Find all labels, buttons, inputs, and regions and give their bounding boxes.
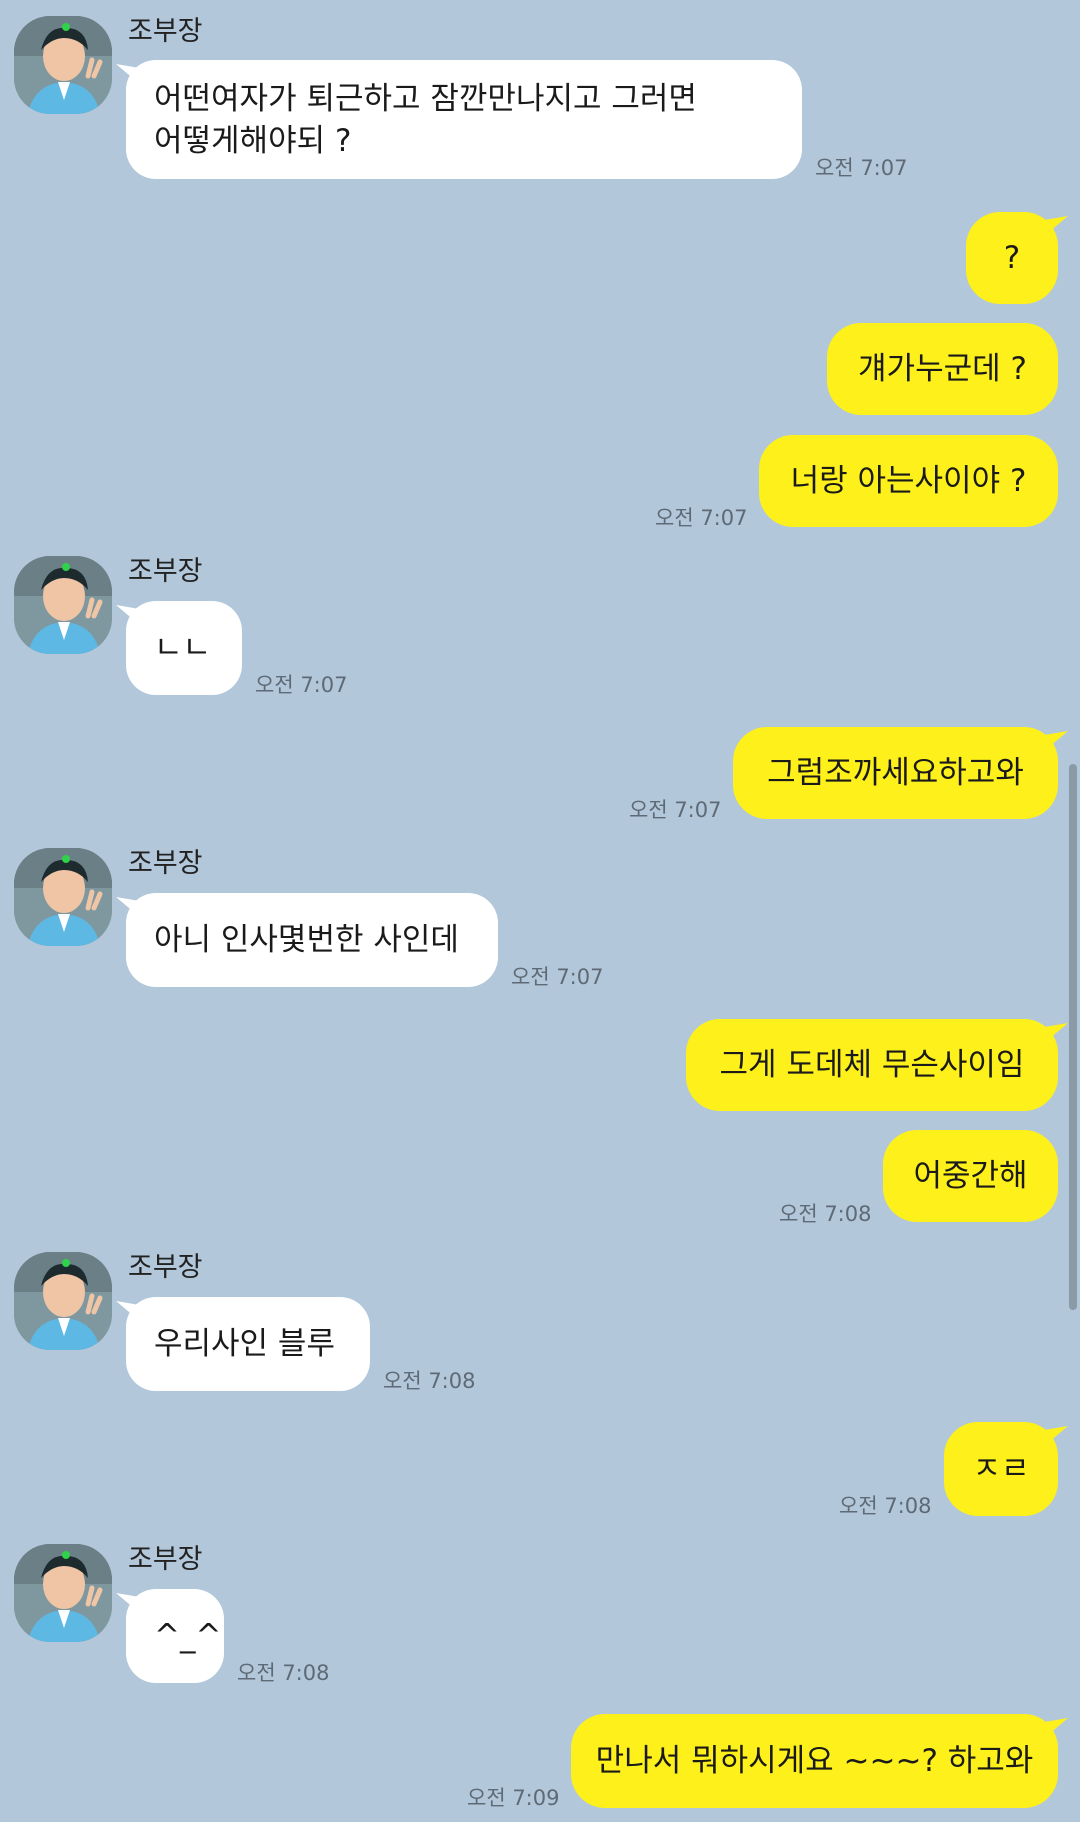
outgoing-message[interactable]: 걔가누군데 ?	[827, 323, 1058, 415]
outgoing-message[interactable]: ㅈㄹ	[944, 1422, 1058, 1516]
message-time: 오전 7:08	[237, 1661, 330, 1685]
incoming-message[interactable]: 어떤여자가 퇴근하고 잠깐만나지고 그러면 어떻게해야되 ?	[126, 60, 802, 179]
message-time: 오전 7:08	[839, 1494, 932, 1518]
sender-name: 조부장	[128, 16, 203, 47]
sender-avatar[interactable]	[14, 848, 112, 946]
sender-name: 조부장	[128, 848, 203, 879]
incoming-message[interactable]: 우리사인 블루	[126, 1297, 370, 1391]
outgoing-message[interactable]: ?	[966, 212, 1058, 304]
outgoing-message[interactable]: 어중간해	[883, 1130, 1058, 1222]
message-time: 오전 7:08	[779, 1202, 872, 1226]
sender-avatar[interactable]	[14, 1544, 112, 1642]
message-time: 오전 7:07	[255, 673, 348, 697]
outgoing-message[interactable]: 그럼조까세요하고와	[733, 727, 1058, 819]
incoming-message[interactable]: ㄴㄴ	[126, 601, 242, 695]
incoming-message[interactable]: ^_^	[126, 1589, 224, 1683]
sender-name: 조부장	[128, 1544, 203, 1575]
sender-avatar[interactable]	[14, 16, 112, 114]
sender-name: 조부장	[128, 556, 203, 587]
sender-name: 조부장	[128, 1252, 203, 1283]
outgoing-message[interactable]: 그게 도데체 무슨사이임	[686, 1019, 1058, 1111]
incoming-message[interactable]: 아니 인사몇번한 사인데	[126, 893, 498, 987]
message-time: 오전 7:07	[629, 798, 722, 822]
message-time: 오전 7:07	[655, 506, 748, 530]
message-time: 오전 7:07	[815, 156, 908, 180]
message-time: 오전 7:07	[511, 965, 604, 989]
message-time: 오전 7:09	[467, 1786, 560, 1810]
outgoing-message[interactable]: 너랑 아는사이야 ?	[759, 435, 1058, 527]
sender-avatar[interactable]	[14, 1252, 112, 1350]
sender-avatar[interactable]	[14, 556, 112, 654]
scrollbar[interactable]	[1069, 764, 1077, 1310]
outgoing-message[interactable]: 만나서 뭐하시게요 ~~~? 하고와	[571, 1714, 1058, 1808]
message-time: 오전 7:08	[383, 1369, 476, 1393]
